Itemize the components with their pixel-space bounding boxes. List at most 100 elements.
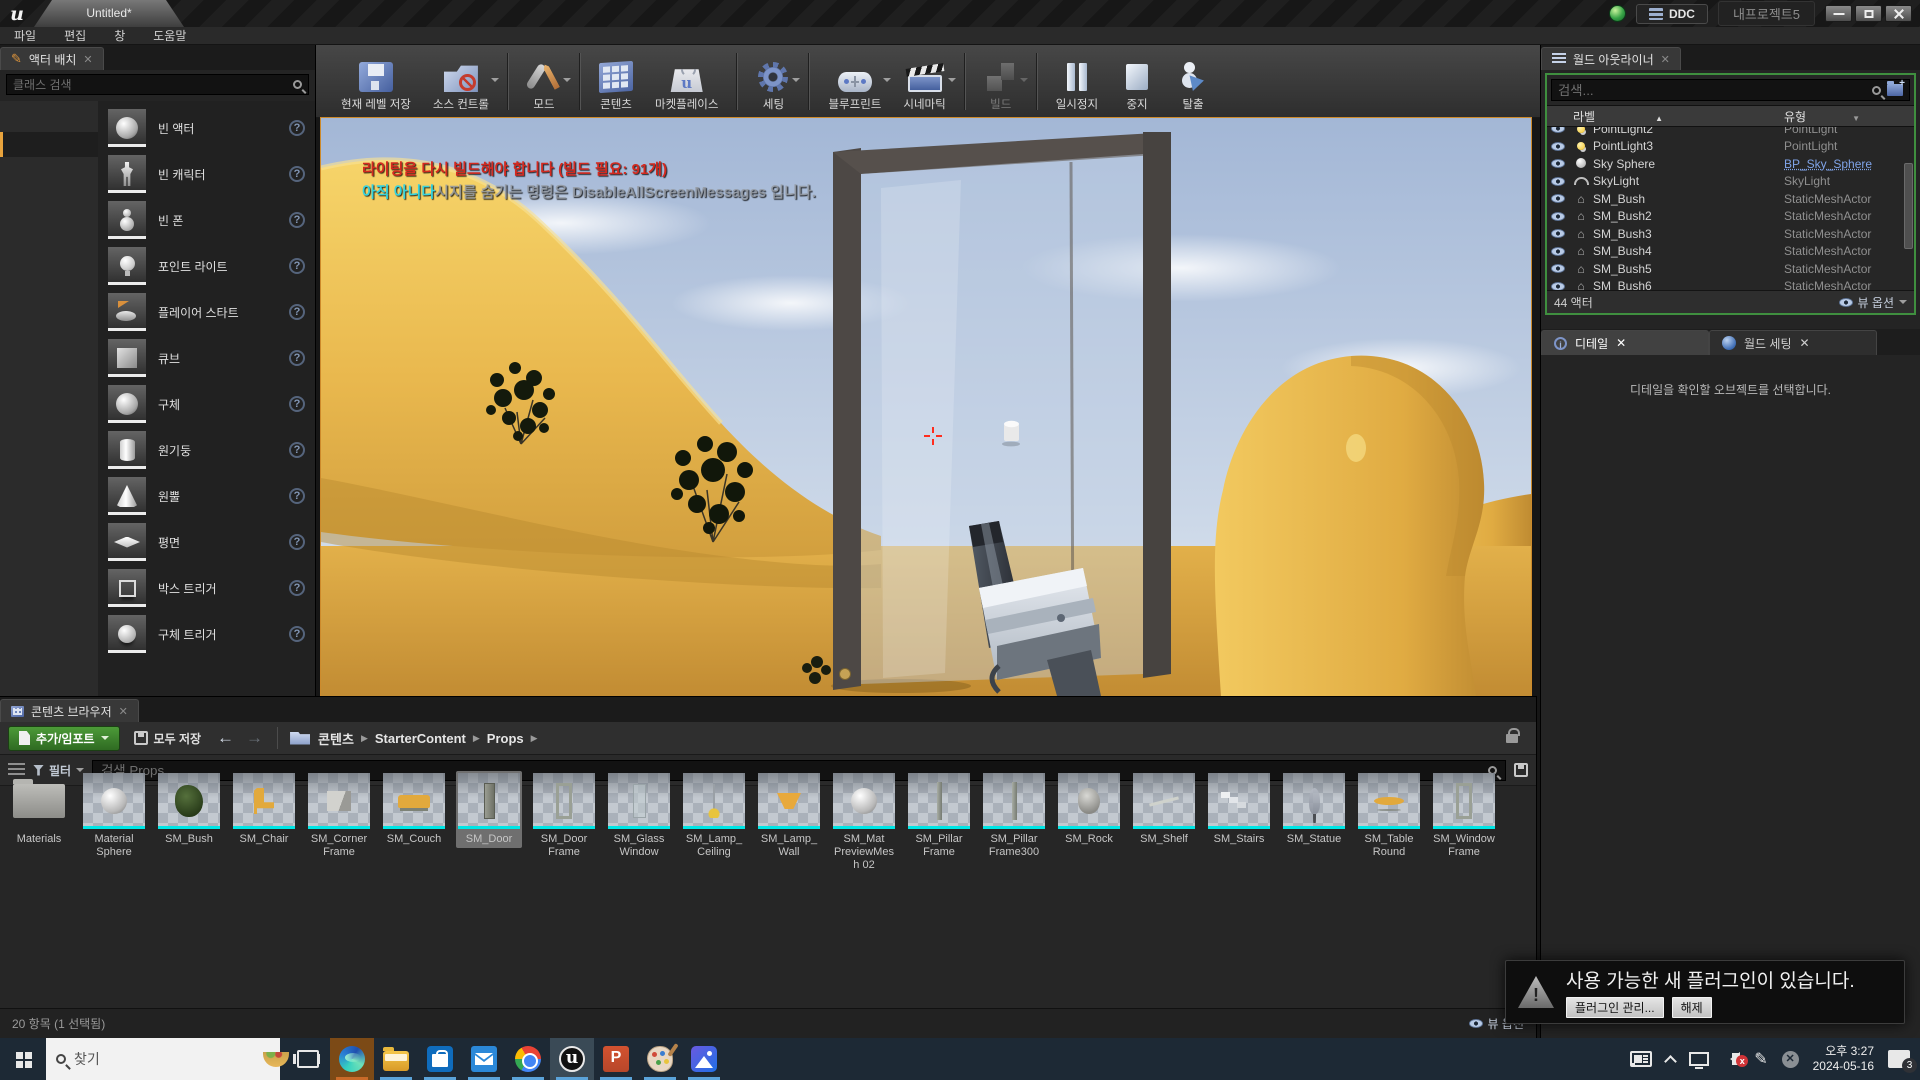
actor-category[interactable] [0, 257, 98, 282]
taskbar-app-button[interactable] [374, 1038, 418, 1080]
view-options-button[interactable]: 뷰 옵션 [1839, 294, 1907, 311]
visibility-eye-icon[interactable] [1551, 229, 1565, 238]
asset-tile[interactable]: SM_Lamp_ Ceiling [681, 771, 747, 861]
actor-type[interactable]: StaticMeshActor [1784, 192, 1914, 206]
toolbar-button[interactable]: 중지 [1109, 48, 1165, 115]
notification-center-icon[interactable]: 3 [1888, 1050, 1910, 1068]
visibility-eye-icon[interactable] [1551, 247, 1565, 256]
asset-tile[interactable]: Materials [6, 771, 72, 848]
toolbar-button[interactable]: 시네마틱 [892, 48, 956, 115]
asset-tile[interactable]: SM_Pillar Frame300 [981, 771, 1047, 861]
volume-muted-icon[interactable] [1723, 1052, 1740, 1066]
menu-item[interactable]: 도움말 [139, 27, 200, 44]
minimize-button[interactable] [1825, 5, 1852, 22]
actor-type[interactable]: StaticMeshActor [1784, 209, 1914, 223]
outliner-row[interactable]: SM_Bush5 StaticMeshActor [1547, 260, 1914, 278]
dropdown-caret-icon[interactable] [491, 78, 499, 86]
actor-type[interactable]: StaticMeshActor [1784, 262, 1914, 276]
placeable-actor-item[interactable]: 평면 [98, 519, 315, 565]
asset-tile[interactable]: SM_Pillar Frame [906, 771, 972, 861]
hidden-icons-chevron[interactable] [1664, 1055, 1677, 1068]
tab-details[interactable]: 디테일 ✕ [1541, 330, 1709, 355]
outliner-row[interactable]: SM_Bush3 StaticMeshActor [1547, 225, 1914, 243]
tab-close-icon[interactable]: ✕ [1800, 336, 1810, 350]
tab-world-settings[interactable]: 월드 세팅 ✕ [1709, 330, 1877, 355]
help-icon[interactable] [289, 580, 305, 596]
asset-tile[interactable]: SM_Table Round [1356, 771, 1422, 861]
ddc-button[interactable]: DDC [1636, 4, 1708, 24]
help-icon[interactable] [289, 442, 305, 458]
placeable-actor-item[interactable]: 플레이어 스타트 [98, 289, 315, 335]
breadcrumb-item[interactable]: 콘텐츠▶ [318, 729, 368, 748]
asset-tile[interactable]: SM_Couch [381, 771, 447, 848]
asset-tile[interactable]: SM_Stairs [1206, 771, 1272, 848]
help-icon[interactable] [289, 396, 305, 412]
manage-plugins-button[interactable]: 플러그인 관리... [1566, 997, 1664, 1018]
level-viewport[interactable]: 라이팅을 다시 빌드해야 합니다 (빌드 필요: 91개) 아직 아니다시지를 … [321, 118, 1531, 696]
maximize-button[interactable] [1855, 5, 1882, 22]
dropdown-caret-icon[interactable] [792, 78, 800, 86]
add-import-button[interactable]: 추가/임포트 [8, 726, 120, 751]
actor-category[interactable] [0, 232, 98, 257]
placeable-actor-item[interactable]: 빈 폰 [98, 197, 315, 243]
asset-tile[interactable]: SM_Chair [231, 771, 297, 848]
tab-place-actors[interactable]: ✎ 액터 배치 ✕ [0, 47, 104, 70]
menu-item[interactable]: 창 [100, 27, 139, 44]
asset-tile[interactable]: SM_Bush [156, 771, 222, 848]
toolbar-button[interactable]: 빌드 [973, 48, 1029, 115]
actor-category[interactable] [0, 207, 98, 232]
asset-tile[interactable]: SM_Rock [1056, 771, 1122, 848]
actor-type[interactable]: PointLight [1784, 139, 1914, 153]
help-icon[interactable] [289, 534, 305, 550]
asset-tile[interactable]: SM_Glass Window [606, 771, 672, 861]
level-tab[interactable]: Untitled* [34, 0, 184, 27]
toolbar-button[interactable]: 콘텐츠 [588, 48, 644, 115]
dropdown-caret-icon[interactable] [563, 78, 571, 86]
placeable-actor-item[interactable]: 빈 캐릭터 [98, 151, 315, 197]
outliner-row[interactable]: SM_Bush4 StaticMeshActor [1547, 243, 1914, 261]
new-folder-icon[interactable] [1887, 84, 1903, 96]
outliner-row[interactable]: SM_Bush6 StaticMeshActor [1547, 278, 1914, 291]
toolbar-button[interactable]: 모드 [516, 48, 572, 115]
asset-tile[interactable]: Material Sphere [81, 771, 147, 861]
outliner-row[interactable]: SM_Bush2 StaticMeshActor [1547, 208, 1914, 226]
actor-category[interactable] [0, 107, 98, 132]
dismiss-button[interactable]: 해제 [1672, 997, 1712, 1018]
toolbar-button[interactable]: 블루프린트 [817, 48, 892, 115]
close-button[interactable] [1885, 5, 1912, 22]
menu-item[interactable]: 편집 [50, 27, 100, 44]
help-icon[interactable] [289, 120, 305, 136]
outliner-search-box[interactable] [1551, 79, 1910, 101]
taskbar-search-box[interactable] [46, 1038, 280, 1080]
help-icon[interactable] [289, 304, 305, 320]
placeable-actor-item[interactable]: 원기둥 [98, 427, 315, 473]
breadcrumb-item[interactable]: Props▶ [487, 731, 538, 746]
actor-type[interactable]: StaticMeshActor [1784, 279, 1914, 290]
dropdown-caret-icon[interactable] [948, 78, 956, 86]
toolbar-button[interactable] [579, 53, 581, 110]
column-type[interactable]: 유형▼ [1784, 108, 1914, 125]
taskbar-app-button[interactable] [682, 1038, 726, 1080]
placeable-actor-item[interactable]: 구체 [98, 381, 315, 427]
save-all-button[interactable]: 모두 저장 [128, 727, 208, 750]
placeable-actor-item[interactable]: 포인트 라이트 [98, 243, 315, 289]
placeable-actor-item[interactable]: 큐브 [98, 335, 315, 381]
pen-icon[interactable]: ✎ [1754, 1049, 1767, 1069]
column-label[interactable]: 라벨▲ [1547, 108, 1784, 125]
class-search-input[interactable] [13, 78, 293, 92]
tab-close-icon[interactable]: ✕ [83, 53, 92, 66]
help-icon[interactable] [289, 488, 305, 504]
forward-button[interactable]: → [244, 728, 265, 748]
toolbar-button[interactable]: 소스 컨트롤 [422, 48, 500, 115]
outliner-row[interactable]: SM_Bush StaticMeshActor [1547, 190, 1914, 208]
taskbar-app-button[interactable] [286, 1038, 330, 1080]
outliner-scrollbar[interactable] [1904, 163, 1913, 249]
visibility-eye-icon[interactable] [1551, 264, 1565, 273]
outliner-row[interactable]: PointLight2 PointLight [1547, 127, 1914, 138]
visibility-eye-icon[interactable] [1551, 127, 1565, 133]
help-icon[interactable] [289, 258, 305, 274]
toolbar-button[interactable] [808, 53, 810, 110]
toolbar-button[interactable] [1036, 53, 1038, 110]
clock[interactable]: 오후 3:27 2024-05-16 [1813, 1044, 1874, 1074]
collab-status-icon[interactable] [1609, 5, 1626, 22]
